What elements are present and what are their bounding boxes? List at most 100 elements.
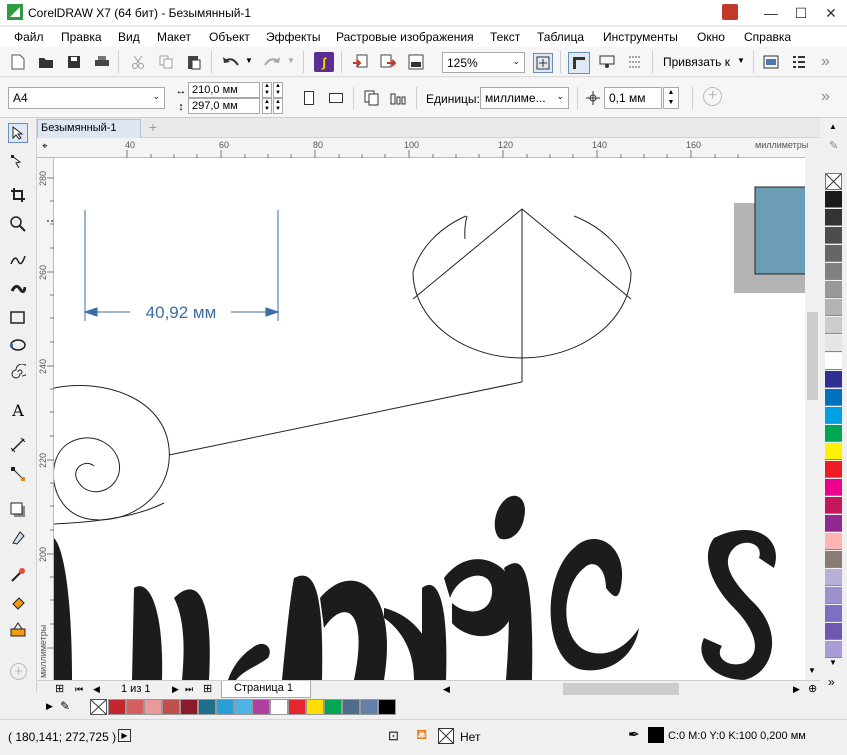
horizontal-scroll-thumb[interactable] bbox=[563, 683, 679, 695]
minimize-button[interactable]: — bbox=[756, 0, 786, 26]
smart-fill-icon[interactable] bbox=[9, 620, 27, 638]
first-page-icon[interactable]: ⏮ bbox=[75, 684, 83, 695]
color-eyedropper-icon[interactable] bbox=[9, 566, 27, 584]
color-swatch[interactable] bbox=[825, 461, 842, 478]
all-pages-icon[interactable] bbox=[362, 88, 382, 108]
paste-icon[interactable] bbox=[185, 53, 203, 71]
current-page-icon[interactable] bbox=[389, 88, 409, 108]
zoom-tool-icon[interactable] bbox=[9, 215, 27, 233]
vertical-ruler[interactable]: 280 260 240 220 200 миллиметры bbox=[37, 158, 54, 680]
doc-color-swatch[interactable] bbox=[216, 699, 234, 715]
color-swatch[interactable] bbox=[825, 299, 842, 316]
application-launcher-icon[interactable] bbox=[790, 53, 808, 71]
color-swatch[interactable] bbox=[825, 353, 842, 370]
units-select[interactable]: миллиме... ⌄ bbox=[480, 87, 569, 109]
previous-page-icon[interactable]: ◀ bbox=[93, 684, 100, 695]
doc-palette-eyedropper-icon[interactable]: ✎ bbox=[60, 699, 70, 713]
menu-file[interactable]: Файл bbox=[14, 30, 44, 44]
doc-color-swatch[interactable] bbox=[198, 699, 216, 715]
color-swatch[interactable] bbox=[825, 587, 842, 604]
scroll-right-icon[interactable]: ▶ bbox=[793, 684, 800, 695]
open-icon[interactable] bbox=[37, 53, 55, 71]
menu-table[interactable]: Таблица bbox=[537, 30, 584, 44]
page-height-field[interactable]: 297,0 мм bbox=[188, 98, 260, 114]
menu-text[interactable]: Текст bbox=[490, 30, 520, 44]
publish-pdf-icon[interactable] bbox=[407, 53, 425, 71]
color-swatch[interactable] bbox=[825, 389, 842, 406]
zoom-navigator-icon[interactable]: ⊕ bbox=[808, 682, 817, 695]
copy-icon[interactable] bbox=[157, 53, 175, 71]
dimension-tool-icon[interactable] bbox=[9, 436, 27, 454]
color-swatch[interactable] bbox=[825, 335, 842, 352]
color-swatch[interactable] bbox=[825, 641, 842, 658]
menu-effects[interactable]: Эффекты bbox=[266, 30, 321, 44]
menu-tools[interactable]: Инструменты bbox=[603, 30, 678, 44]
transparency-tool-icon[interactable] bbox=[9, 528, 27, 546]
menu-bitmaps[interactable]: Растровые изображения bbox=[336, 30, 474, 44]
color-swatch[interactable] bbox=[825, 425, 842, 442]
status-menu-icon[interactable]: ▶ bbox=[118, 729, 131, 742]
zoom-level-select[interactable]: 125% ⌄ bbox=[442, 52, 525, 73]
maximize-button[interactable]: ☐ bbox=[786, 0, 816, 26]
color-swatch[interactable] bbox=[825, 569, 842, 586]
page-tab[interactable]: Страница 1 bbox=[221, 681, 311, 698]
page-height-spinner-2[interactable]: ▲ ▼ bbox=[273, 98, 283, 114]
menu-object[interactable]: Объект bbox=[209, 30, 250, 44]
connector-tool-icon[interactable] bbox=[9, 465, 27, 483]
add-page-after-icon[interactable]: ⊞ bbox=[203, 682, 212, 695]
propbar-overflow-icon[interactable]: » bbox=[821, 88, 830, 106]
color-swatch[interactable] bbox=[825, 443, 842, 460]
show-rulers-icon[interactable] bbox=[568, 52, 590, 74]
doc-color-swatch[interactable] bbox=[180, 699, 198, 715]
paper-size-select[interactable]: A4 ⌄ bbox=[8, 87, 165, 109]
vertical-scroll-thumb[interactable] bbox=[807, 312, 818, 400]
save-icon[interactable] bbox=[65, 53, 83, 71]
color-swatch[interactable] bbox=[825, 317, 842, 334]
add-tool-icon[interactable]: + bbox=[10, 663, 27, 680]
color-swatch[interactable] bbox=[825, 371, 842, 388]
crop-tool-icon[interactable] bbox=[9, 186, 27, 204]
fill-swatch[interactable] bbox=[438, 728, 454, 744]
color-swatch[interactable] bbox=[825, 551, 842, 568]
palette-expand-icon[interactable]: » bbox=[828, 675, 835, 689]
undo-dropdown-icon[interactable]: ▼ bbox=[245, 56, 253, 65]
page-width-spinner[interactable]: ▲ ▼ bbox=[262, 82, 272, 98]
color-swatch[interactable] bbox=[825, 407, 842, 424]
doc-color-swatch[interactable] bbox=[144, 699, 162, 715]
color-swatch[interactable] bbox=[825, 281, 842, 298]
zoom-full-page-icon[interactable] bbox=[533, 53, 553, 73]
user-account-icon[interactable] bbox=[722, 4, 738, 20]
toolbar-overflow-icon[interactable]: » bbox=[821, 53, 830, 71]
redo-dropdown-icon[interactable]: ▼ bbox=[287, 56, 295, 65]
cut-icon[interactable] bbox=[129, 53, 147, 71]
doc-color-swatch[interactable] bbox=[288, 699, 306, 715]
print-icon[interactable] bbox=[93, 53, 111, 71]
page-height-spinner[interactable]: ▲ ▼ bbox=[262, 98, 272, 114]
doc-color-swatch[interactable] bbox=[252, 699, 270, 715]
vertical-scrollbar[interactable]: ▼ bbox=[805, 158, 820, 680]
menu-help[interactable]: Справка bbox=[744, 30, 791, 44]
color-swatch[interactable] bbox=[825, 263, 842, 280]
doc-color-swatch[interactable] bbox=[306, 699, 324, 715]
rectangle-tool-icon[interactable] bbox=[9, 309, 27, 327]
ellipse-tool-icon[interactable] bbox=[9, 336, 27, 354]
add-page-before-icon[interactable]: ⊞ bbox=[55, 682, 64, 695]
menu-view[interactable]: Вид bbox=[118, 30, 140, 44]
spiral-tool-icon[interactable] bbox=[9, 363, 27, 381]
palette-scroll-up-icon[interactable]: ▲ bbox=[829, 122, 837, 131]
drawing-canvas[interactable]: 40,92 мм bbox=[54, 158, 805, 680]
doc-color-swatch[interactable] bbox=[342, 699, 360, 715]
shape-tool-icon[interactable] bbox=[9, 153, 27, 171]
doc-color-swatch[interactable] bbox=[234, 699, 252, 715]
freehand-tool-icon[interactable] bbox=[9, 251, 27, 269]
nudge-spinner[interactable]: ▲ ▼ bbox=[663, 87, 679, 109]
undo-icon[interactable] bbox=[222, 53, 240, 71]
search-content-icon[interactable]: ʃ bbox=[314, 52, 334, 72]
horizontal-ruler[interactable]: ⌖ 40 60 80 100 120 140 160 миллиметры bbox=[37, 138, 808, 158]
page-width-spinner-2[interactable]: ▲ ▼ bbox=[273, 82, 283, 98]
view-mode-icon[interactable] bbox=[598, 53, 616, 71]
drop-shadow-tool-icon[interactable] bbox=[9, 501, 27, 519]
palette-scroll-down-icon[interactable]: ▼ bbox=[829, 658, 837, 667]
color-swatch[interactable] bbox=[825, 209, 842, 226]
color-swatch[interactable] bbox=[825, 605, 842, 622]
